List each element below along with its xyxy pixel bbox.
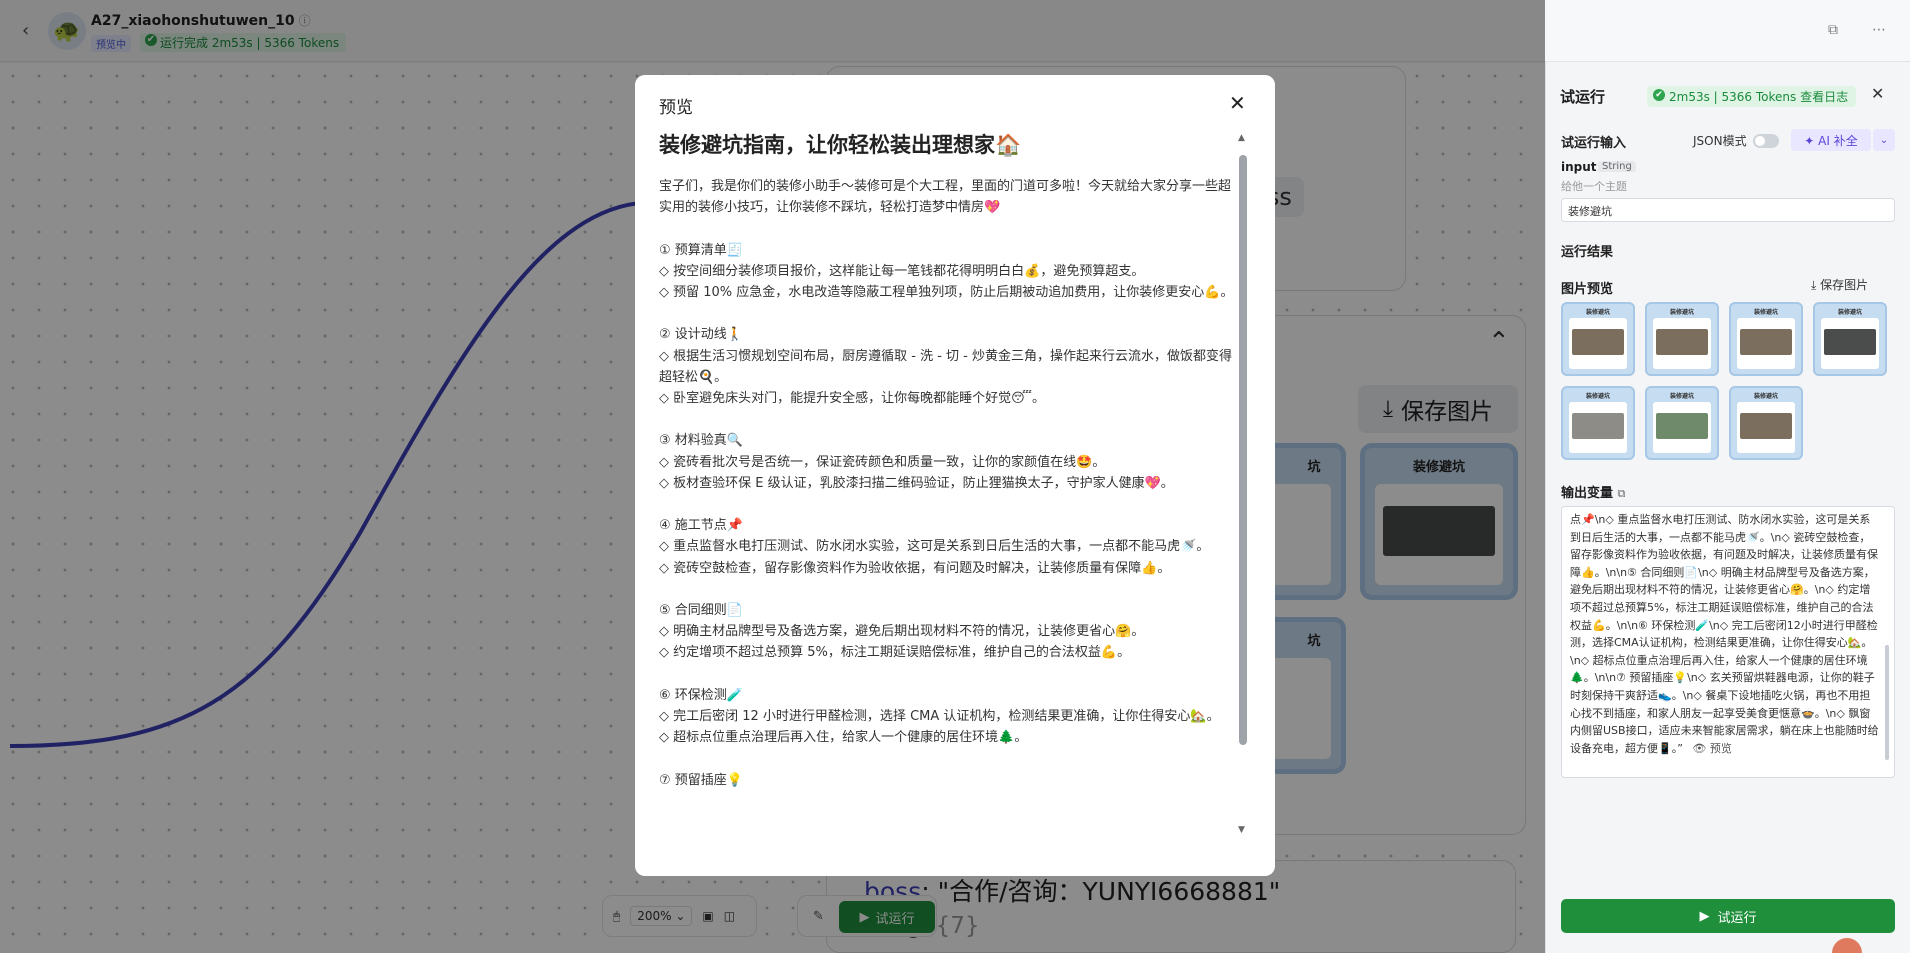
- topic-input[interactable]: 装修避坑: [1561, 198, 1895, 222]
- close-icon[interactable]: ✕: [1229, 91, 1246, 115]
- ai-fill-button[interactable]: ✦ AI 补全: [1791, 129, 1871, 151]
- toggle-switch[interactable]: [1752, 133, 1779, 148]
- panel-save-images-button[interactable]: ⤓ 保存图片: [1811, 276, 1868, 293]
- json-mode-toggle[interactable]: JSON模式: [1693, 132, 1779, 149]
- result-thumb[interactable]: 装修避坑: [1645, 302, 1719, 376]
- panel-title: 试运行: [1560, 88, 1606, 106]
- result-thumb[interactable]: 装修避坑: [1729, 386, 1803, 460]
- output-text: 点📌\n◇ 重点监督水电打压测试、防水闭水实验，这可是关系到日后生活的大事，一点…: [1570, 513, 1879, 755]
- ai-fill-dropdown-icon[interactable]: ⌄: [1873, 129, 1895, 151]
- document-title: 装修避坑指南，让你轻松装出理想家🏠: [659, 133, 1022, 157]
- scroll-up-icon[interactable]: ▲: [1238, 133, 1245, 143]
- copy-icon[interactable]: ⧉: [1618, 487, 1626, 500]
- play-icon: ▶: [1699, 908, 1710, 924]
- input-field-type: String: [1598, 161, 1636, 172]
- modal-title: 预览: [659, 98, 693, 118]
- test-run-panel: 试运行 2m53s | 5366 Tokens 查看日志 ✕ 试运行输入 JSO…: [1545, 62, 1910, 953]
- modal-scrollbar-thumb[interactable]: [1239, 155, 1247, 745]
- panel-close-icon[interactable]: ✕: [1871, 84, 1884, 103]
- panel-run-status: 2m53s | 5366 Tokens 查看日志: [1647, 86, 1857, 107]
- scroll-down-icon[interactable]: ▼: [1238, 825, 1245, 835]
- preview-modal: 预览 ✕ 装修避坑指南，让你轻松装出理想家🏠 宝子们，我是你们的装修小助手～装修…: [635, 75, 1275, 876]
- panel-run-button[interactable]: ▶ 试运行: [1561, 899, 1895, 933]
- copy-icon[interactable]: ⧉: [1828, 22, 1838, 38]
- preview-link[interactable]: 👁 预览: [1692, 742, 1731, 755]
- modal-content[interactable]: 装修避坑指南，让你轻松装出理想家🏠 宝子们，我是你们的装修小助手～装修可是个大工…: [635, 129, 1275, 859]
- input-field-hint: 给他一个主题: [1561, 180, 1627, 193]
- result-thumb[interactable]: 装修避坑: [1813, 302, 1887, 376]
- view-log-link[interactable]: 查看日志: [1800, 90, 1848, 104]
- more-icon[interactable]: ⋯: [1872, 22, 1886, 38]
- image-preview-label: 图片预览: [1561, 282, 1614, 297]
- result-thumb[interactable]: 装修避坑: [1645, 386, 1719, 460]
- input-section-label: 试运行输入: [1561, 136, 1627, 151]
- result-thumb[interactable]: 装修避坑: [1729, 302, 1803, 376]
- download-icon: ⤓: [1811, 278, 1817, 292]
- output-scrollbar[interactable]: [1885, 645, 1889, 760]
- result-thumb[interactable]: 装修避坑: [1561, 302, 1635, 376]
- output-variable-box[interactable]: 点📌\n◇ 重点监督水电打压测试、防水闭水实验，这可是关系到日后生活的大事，一点…: [1561, 506, 1895, 778]
- input-field-name: input: [1561, 160, 1597, 174]
- output-variable-label: 输出变量 ⧉: [1561, 486, 1626, 501]
- document-body: 宝子们，我是你们的装修小助手～装修可是个大工程，里面的门道可多啦！今天就给大家分…: [659, 179, 1234, 788]
- result-thumb[interactable]: 装修避坑: [1561, 386, 1635, 460]
- result-section-label: 运行结果: [1561, 245, 1614, 260]
